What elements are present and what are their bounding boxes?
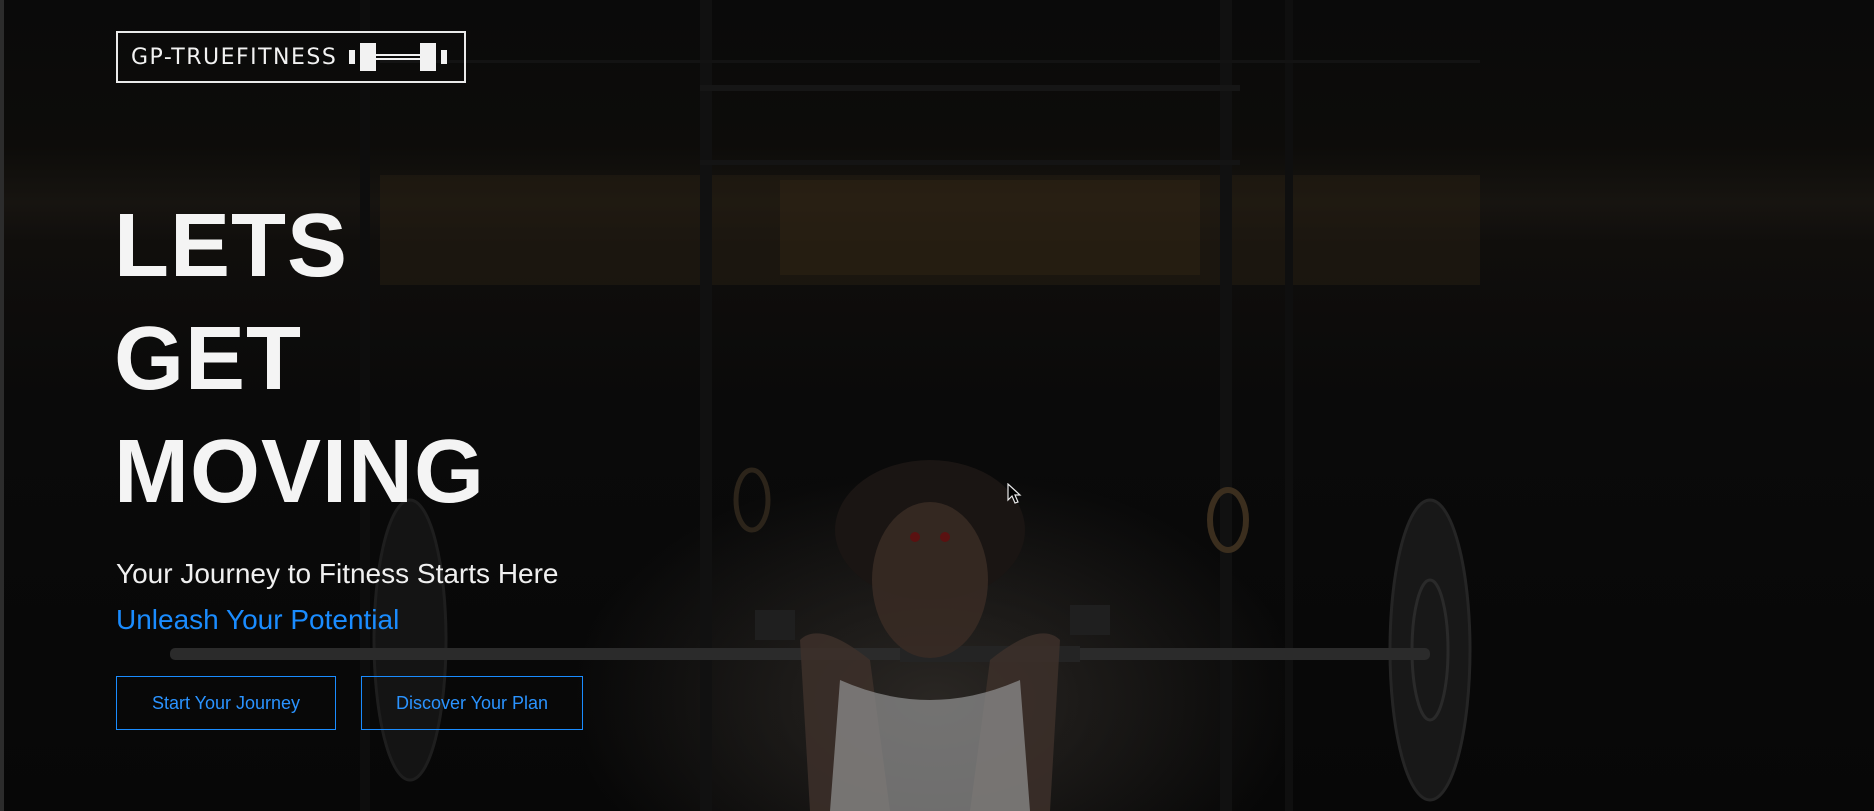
mouse-cursor-icon bbox=[1007, 483, 1022, 504]
hero-tagline: Unleash Your Potential bbox=[116, 604, 400, 635]
start-journey-button[interactable]: Start Your Journey bbox=[116, 676, 336, 730]
discover-plan-button[interactable]: Discover Your Plan bbox=[361, 676, 583, 730]
headline-line-2: GET bbox=[114, 309, 303, 409]
barbell-icon bbox=[349, 43, 448, 71]
headline-line-1: LETS bbox=[114, 196, 349, 296]
hero-section: GP-TRUEFITNESS LETS GET MOVING Your Jour… bbox=[0, 0, 1874, 811]
logo-text: GP-TRUEFITNESS bbox=[131, 44, 338, 70]
left-edge-border bbox=[0, 0, 4, 811]
hero-headline: LETS GET MOVING bbox=[114, 190, 485, 529]
hero-subtitle: Your Journey to Fitness Starts Here bbox=[116, 558, 559, 589]
site-logo[interactable]: GP-TRUEFITNESS bbox=[116, 31, 466, 83]
headline-line-3: MOVING bbox=[114, 422, 486, 522]
